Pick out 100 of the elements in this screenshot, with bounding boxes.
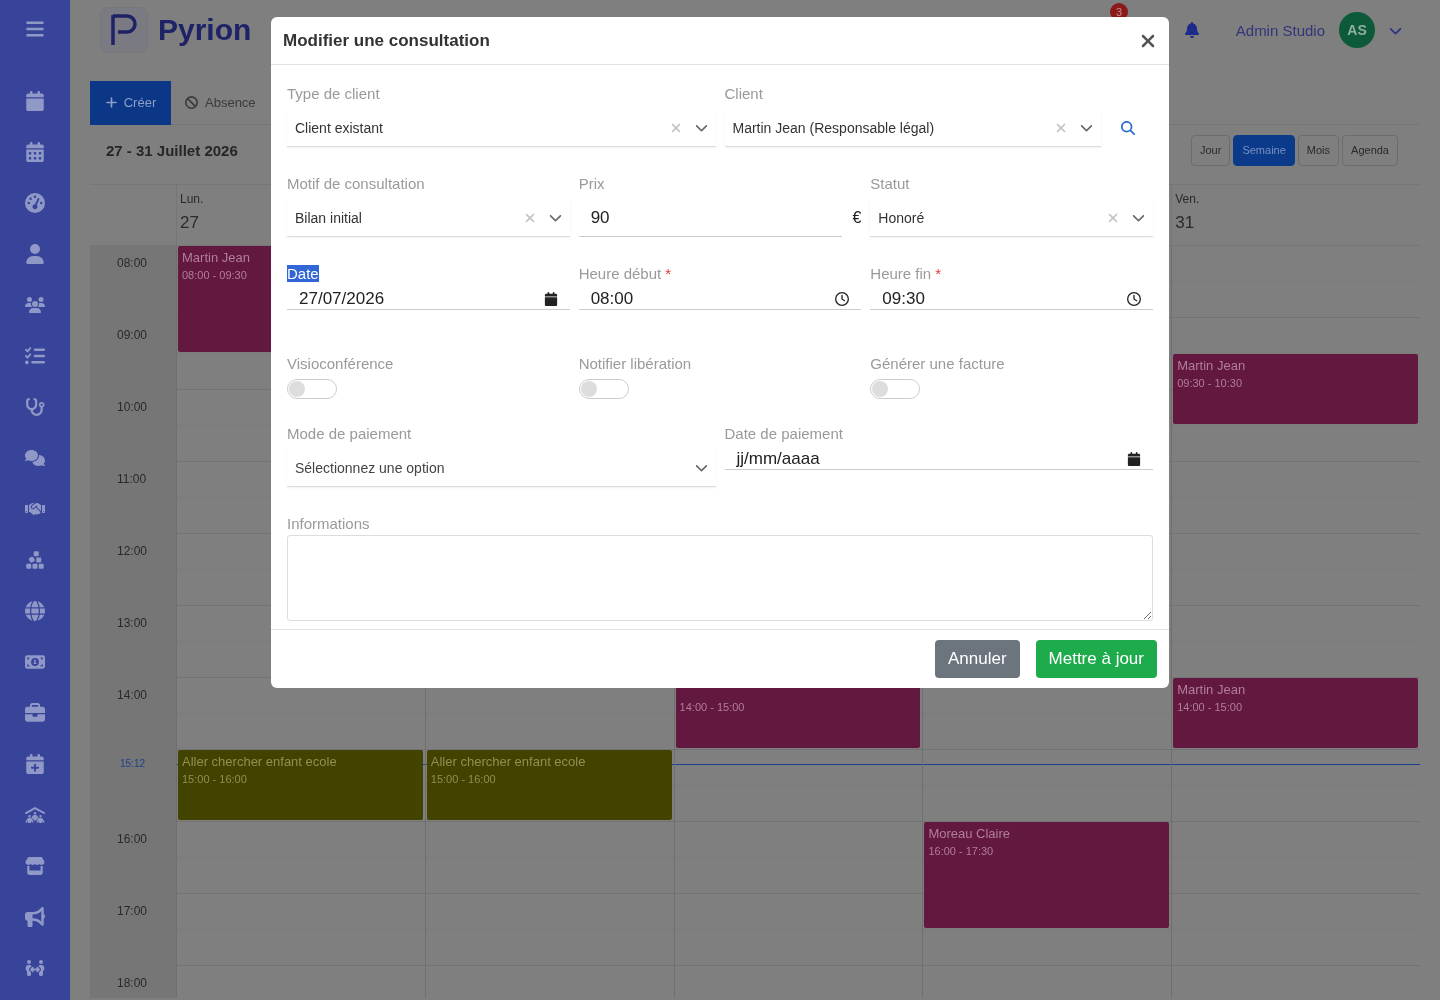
user-icon[interactable] [25,244,45,264]
price-field[interactable]: 90 [578,199,843,237]
chat-icon[interactable] [25,448,45,468]
field-label: Date [287,264,319,282]
select-field[interactable]: Martin Jean (Responsable légal) [724,109,1101,147]
day-date: 27 [180,213,199,233]
app-name: Pyrion [158,13,252,47]
event-time: 14:00 - 15:00 [1177,701,1243,713]
clock-icon[interactable] [835,292,850,306]
stethoscope-icon[interactable] [25,397,45,417]
time-field[interactable]: 08:00 [578,289,862,310]
hour-label: 11:00 [117,472,147,486]
date-field[interactable]: 27/07/2026 [287,289,570,310]
hour-label: 18:00 [117,976,148,990]
field-label: Prix [578,174,605,192]
avatar[interactable]: AS [1339,12,1375,48]
day-date: 31 [1175,213,1195,233]
field-value: 27/07/2026 [299,289,386,309]
select-field[interactable]: Honoré [870,199,1153,237]
select-placeholder: Sélectionnez une option [295,459,446,476]
megaphone-icon[interactable] [25,907,45,927]
event-title: Martin Jean [1177,358,1246,373]
boxes-icon[interactable] [25,550,45,570]
view-tab[interactable]: Agenda [1342,134,1398,166]
field-label: Heure début [578,264,662,282]
current-time: 15:12 [120,758,146,770]
people-roof-icon[interactable] [25,805,45,825]
date-field[interactable]: jj/mm/aaaa [724,449,1153,470]
toggle-switch[interactable] [870,379,921,399]
event-title: Martin Jean [182,250,250,265]
absence-button[interactable]: Absence [171,80,270,125]
field-label: Type de client [287,84,380,102]
day-name: Lun. [180,192,204,206]
calendar-event[interactable]: Moreau Claire 16:00 - 17:30 [924,822,1170,928]
select-field[interactable]: Sélectionnez une option [287,449,716,487]
calendar-plus-icon[interactable] [25,754,45,774]
event-title: Moreau Claire [928,826,1011,841]
calendar-grid-icon[interactable] [25,142,45,162]
hour-label: 17:00 [117,904,148,918]
people-arrows-icon[interactable] [25,958,45,978]
toggle-switch[interactable] [287,379,337,399]
create-button[interactable]: Créer [90,80,171,125]
calendar-event[interactable]: Aller chercher enfant ecole 15:00 - 16:00 [426,750,672,820]
select-value: Honoré [878,209,926,226]
select-field[interactable]: Bilan initial [287,199,570,237]
hour-label: 13:00 [117,616,148,630]
hour-label: 09:00 [117,328,148,342]
logo-icon [100,7,148,53]
event-title: Aller chercher enfant ecole [430,754,586,769]
users-icon[interactable] [25,295,45,315]
field-label: Générer une facture [870,354,1005,372]
select-field[interactable]: Client existant [287,109,716,147]
globe-icon[interactable] [25,601,45,621]
field-label: Visioconférence [287,354,394,372]
store-icon[interactable] [25,856,45,876]
calendar-icon[interactable] [543,292,558,306]
field-label: Heure fin [870,264,932,282]
field-label: Motif de consultation [287,174,425,192]
date-range: 27 - 31 Juillet 2026 [106,141,238,159]
dialog-title: Modifier une consultation [283,30,490,51]
event-time: 08:00 - 09:30 [182,269,247,281]
user-name[interactable]: Admin Studio [1235,21,1325,39]
event-time: 14:00 - 15:00 [679,701,745,713]
clock-icon[interactable] [1127,292,1141,306]
time-field[interactable]: 09:30 [870,289,1153,310]
event-time: 15:00 - 16:00 [430,773,496,785]
checklist-icon[interactable] [25,346,45,366]
menu-icon[interactable] [25,19,45,39]
calendar-event[interactable]: Aller chercher enfant ecole 15:00 - 16:00 [178,750,423,820]
briefcase-icon[interactable] [25,703,45,723]
view-tab[interactable]: Jour [1191,134,1231,166]
banknote-icon[interactable] [25,652,45,672]
calendar-icon[interactable] [1127,452,1141,466]
plus-icon [104,96,118,109]
field-value: 09:30 [882,289,926,309]
hour-label: 10:00 [117,400,148,414]
select-value: Bilan initial [295,209,363,226]
update-button[interactable]: Mettre à jour [1035,640,1157,678]
view-tab[interactable]: Semaine [1233,134,1295,166]
search-icon[interactable] [1121,121,1135,135]
field-label: Client [724,84,763,102]
view-tab[interactable]: Mois [1297,134,1340,166]
calendar-event[interactable]: Martin Jean 09:30 - 10:30 [1173,354,1418,424]
hour-label: 12:00 [117,544,148,558]
bell-icon[interactable] [1183,22,1200,38]
toggle-switch[interactable] [578,379,629,399]
field-value: 08:00 [590,289,635,309]
event-title: Aller chercher enfant ecole [182,754,337,769]
day-name: Ven. [1175,192,1200,206]
calendar-event[interactable]: Martin Jean 14:00 - 15:00 [1173,678,1418,748]
field-label: Informations [287,514,370,532]
cancel-button[interactable]: Annuler [934,640,1020,678]
hour-label: 08:00 [117,256,148,270]
gauge-icon[interactable] [25,193,45,213]
hour-label: 16:00 [117,832,148,846]
select-value: Martin Jean (Responsable légal) [732,119,936,136]
required-mark: * [665,264,672,282]
event-time: 15:00 - 16:00 [182,773,247,785]
required-mark: * [935,264,942,282]
hour-label: 14:00 [117,688,148,702]
